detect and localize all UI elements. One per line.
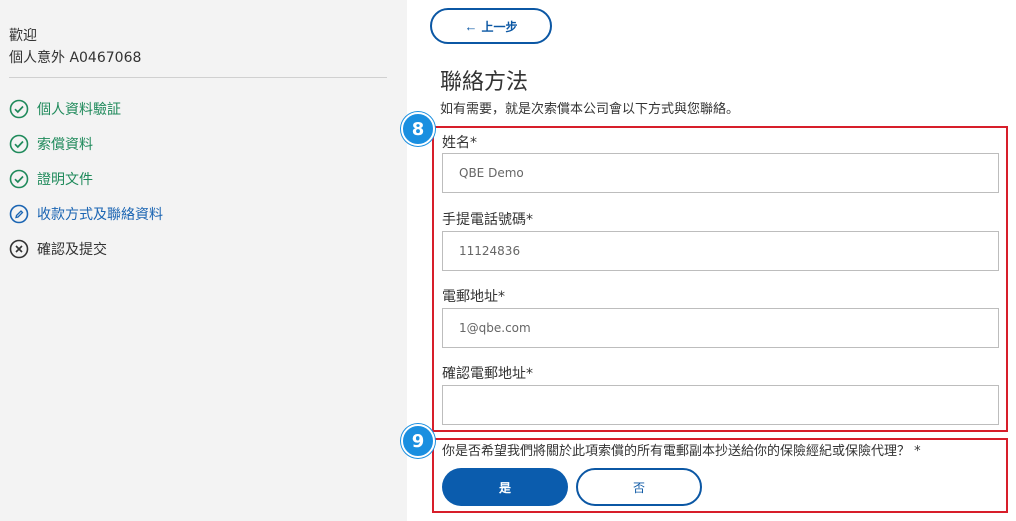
step-documents[interactable]: 證明文件: [9, 169, 93, 189]
mobile-label: 手提電話號碼*: [442, 212, 533, 228]
step-confirm-submit[interactable]: 確認及提交: [9, 239, 107, 259]
page-description: 如有需要，就是次索償本公司會以下方式與您聯絡。: [440, 102, 740, 117]
confirm-email-input[interactable]: [442, 385, 999, 425]
back-button[interactable]: ← 上一步: [430, 8, 552, 44]
arrow-left-icon: ←: [464, 18, 478, 34]
step-label: 確認及提交: [37, 242, 107, 258]
no-button[interactable]: 否: [576, 468, 702, 506]
annotation-badge-9: 9: [401, 424, 435, 458]
welcome-text: 歡迎: [9, 28, 37, 44]
check-circle-icon: [9, 99, 29, 119]
x-circle-icon: [9, 239, 29, 259]
sidebar-divider: [9, 77, 387, 78]
yes-button[interactable]: 是: [442, 468, 568, 506]
confirm-email-label: 確認電郵地址*: [442, 366, 533, 382]
step-personal-verification[interactable]: 個人資料驗証: [9, 99, 121, 119]
annotation-badge-8: 8: [401, 112, 435, 146]
check-circle-icon: [9, 134, 29, 154]
email-input[interactable]: [442, 308, 999, 348]
step-claim-info[interactable]: 索償資料: [9, 134, 93, 154]
email-label: 電郵地址*: [442, 289, 505, 305]
sidebar: 歡迎 個人意外 A0467068 個人資料驗証 索償資料 證明文件 收款方式及聯…: [0, 0, 407, 521]
mobile-input[interactable]: [442, 231, 999, 271]
policy-number: 個人意外 A0467068: [9, 50, 142, 66]
back-button-label: 上一步: [481, 19, 518, 34]
step-label: 索償資料: [37, 137, 93, 153]
name-label: 姓名*: [442, 135, 477, 151]
name-input[interactable]: [442, 153, 999, 193]
page-title: 聯絡方法: [440, 70, 529, 95]
step-label: 個人資料驗証: [37, 102, 121, 118]
step-label: 收款方式及聯絡資料: [37, 207, 163, 223]
step-payment-contact[interactable]: 收款方式及聯絡資料: [9, 204, 163, 224]
pencil-circle-icon: [9, 204, 29, 224]
check-circle-icon: [9, 169, 29, 189]
step-label: 證明文件: [37, 172, 93, 188]
cc-broker-question: 你是否希望我們將關於此項索償的所有電郵副本抄送給你的保險經紀或保險代理？ *: [442, 444, 921, 459]
